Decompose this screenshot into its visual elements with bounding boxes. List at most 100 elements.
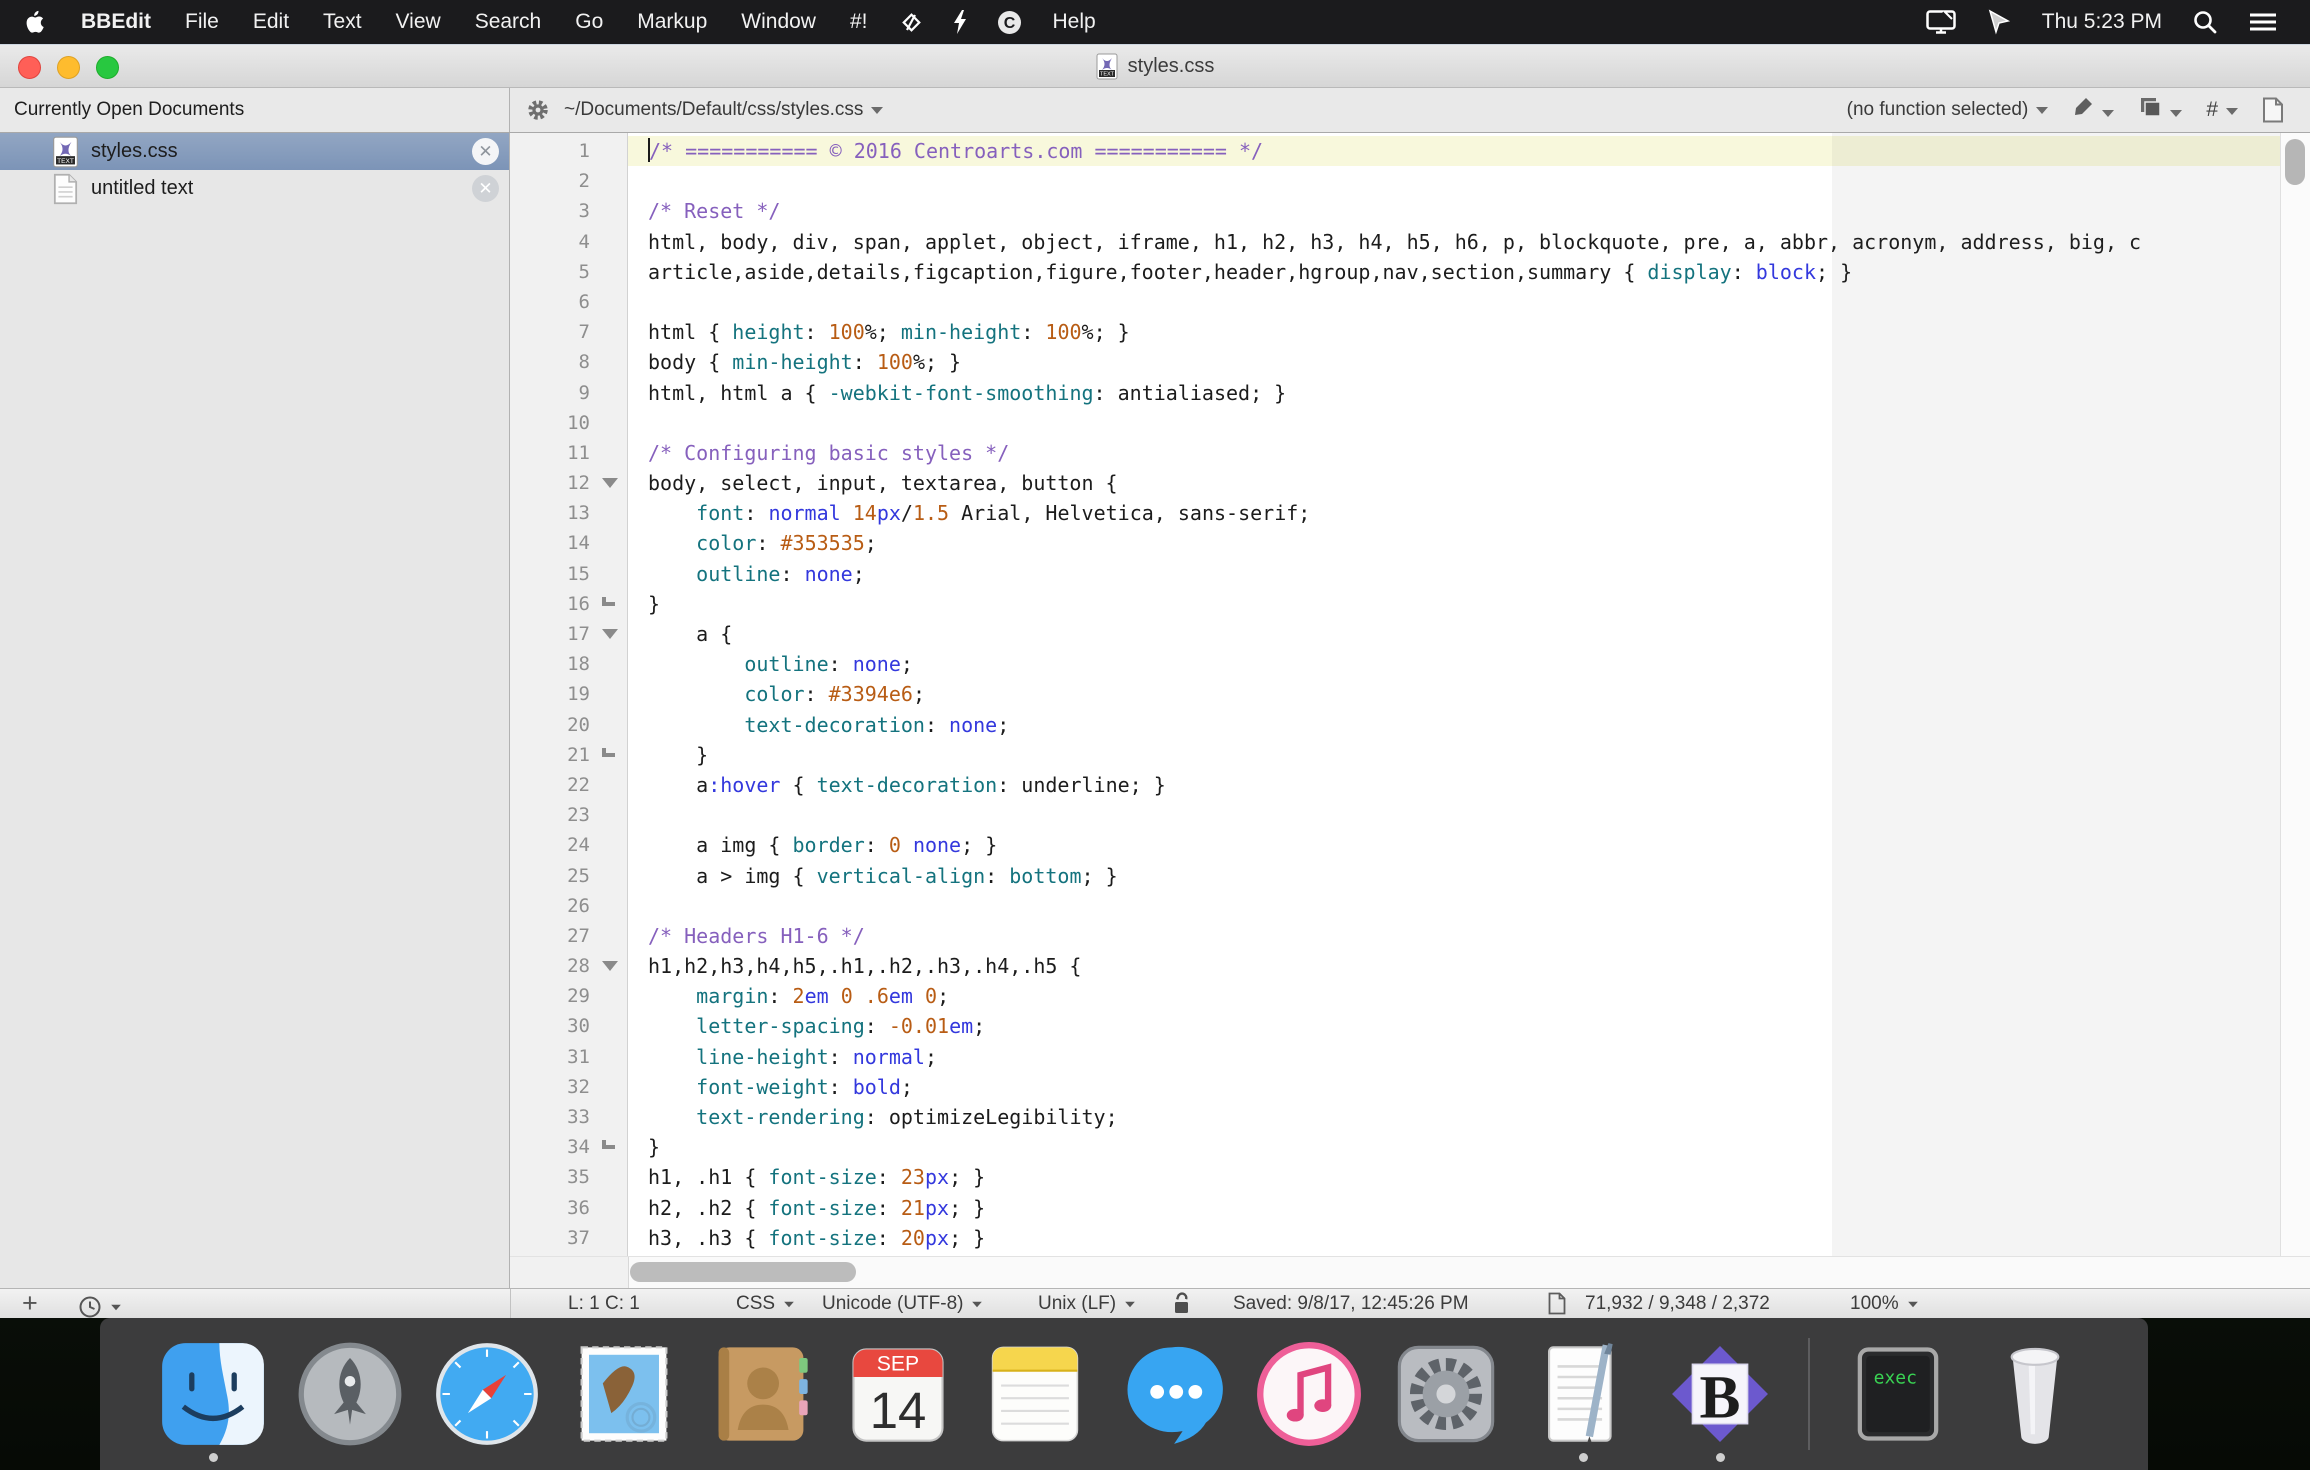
code-line-5[interactable]: 5article,aside,details,figcaption,figure…	[510, 257, 2280, 287]
c-circle-icon[interactable]: C	[983, 10, 1036, 35]
code-line-28[interactable]: 28h1,h2,h3,h4,h5,.h1,.h2,.h3,.h4,.h5 {	[510, 951, 2280, 981]
line-ending-popup[interactable]: Unix (LF)	[1038, 1289, 1136, 1318]
dock-bbedit-icon[interactable]: B	[1667, 1334, 1773, 1454]
code-line-14[interactable]: 14 color: #353535;	[510, 528, 2280, 558]
new-document-icon[interactable]	[2262, 97, 2284, 123]
menu-file[interactable]: File	[168, 10, 236, 34]
apple-menu[interactable]	[0, 10, 64, 34]
code-line-31[interactable]: 31 line-height: normal;	[510, 1042, 2280, 1072]
dock-system-preferences-icon[interactable]	[1393, 1334, 1499, 1454]
function-popup[interactable]: (no function selected)	[1847, 99, 2049, 121]
code-line-16[interactable]: 16}	[510, 589, 2280, 619]
dock-launchpad-icon[interactable]	[297, 1334, 403, 1454]
close-document-icon[interactable]: ✕	[472, 175, 499, 202]
dock-notes-icon[interactable]	[982, 1334, 1088, 1454]
code-line-33[interactable]: 33 text-rendering: optimizeLegibility;	[510, 1102, 2280, 1132]
code-line-12[interactable]: 12body, select, input, textarea, button …	[510, 468, 2280, 498]
file-path-dropdown[interactable]: ~/Documents/Default/css/styles.css	[564, 99, 883, 121]
code-line-2[interactable]: 2	[510, 166, 2280, 196]
code-line-34[interactable]: 34}	[510, 1132, 2280, 1162]
recent-documents-menu[interactable]	[78, 1292, 122, 1321]
dock-textedit-icon[interactable]	[1530, 1334, 1636, 1454]
code-line-35[interactable]: 35h1, .h1 { font-size: 23px; }	[510, 1162, 2280, 1192]
dock-trash-icon[interactable]	[1982, 1334, 2088, 1454]
zoom-window-button[interactable]	[96, 56, 119, 79]
fold-open-icon[interactable]	[602, 629, 618, 639]
code-line-1[interactable]: 1/* =========== © 2016 Centroarts.com ==…	[510, 136, 2280, 166]
fold-open-icon[interactable]	[602, 961, 618, 971]
dock-calendar-icon[interactable]: SEP14	[845, 1334, 951, 1454]
dock-mail-icon[interactable]	[571, 1334, 677, 1454]
vertical-scrollbar[interactable]	[2280, 133, 2310, 1256]
lightning-icon[interactable]	[937, 9, 983, 35]
code-line-10[interactable]: 10	[510, 408, 2280, 438]
zoom-popup[interactable]: 100%	[1850, 1289, 1919, 1318]
search-icon[interactable]	[2192, 9, 2218, 35]
code-line-29[interactable]: 29 margin: 2em 0 .6em 0;	[510, 981, 2280, 1011]
display-icon[interactable]	[1926, 10, 1956, 34]
dock-safari-icon[interactable]	[434, 1334, 540, 1454]
dock-contacts-icon[interactable]	[708, 1334, 814, 1454]
code-line-19[interactable]: 19 color: #3394e6;	[510, 679, 2280, 709]
lock-toggle[interactable]	[1172, 1292, 1192, 1321]
marker-menu[interactable]	[2072, 96, 2114, 124]
code-line-18[interactable]: 18 outline: none;	[510, 649, 2280, 679]
close-window-button[interactable]	[18, 56, 41, 79]
menu-bbedit[interactable]: BBEdit	[64, 10, 168, 34]
code-line-4[interactable]: 4html, body, div, span, applet, object, …	[510, 227, 2280, 257]
encoding-popup[interactable]: Unicode (UTF-8)	[822, 1289, 983, 1318]
minimize-window-button[interactable]	[57, 56, 80, 79]
fold-open-icon[interactable]	[602, 478, 618, 488]
code-line-25[interactable]: 25 a > img { vertical-align: bottom; }	[510, 861, 2280, 891]
code-line-7[interactable]: 7html { height: 100%; min-height: 100%; …	[510, 317, 2280, 347]
menu-search[interactable]: Search	[458, 10, 559, 34]
code-line-22[interactable]: 22 a:hover { text-decoration: underline;…	[510, 770, 2280, 800]
code-line-13[interactable]: 13 font: normal 14px/1.5 Arial, Helvetic…	[510, 498, 2280, 528]
dock-itunes-icon[interactable]	[1256, 1334, 1362, 1454]
gear-icon[interactable]	[526, 98, 550, 122]
code-line-6[interactable]: 6	[510, 287, 2280, 317]
menu-window[interactable]: Window	[724, 10, 833, 34]
code-line-8[interactable]: 8body { min-height: 100%; }	[510, 347, 2280, 377]
horizontal-scrollbar-thumb[interactable]	[630, 1262, 856, 1282]
code-line-21[interactable]: 21 }	[510, 740, 2280, 770]
menu-view[interactable]: View	[379, 10, 458, 34]
menu-go[interactable]: Go	[558, 10, 620, 34]
title-bar[interactable]: TEXT styles.css	[0, 44, 2310, 88]
code-line-15[interactable]: 15 outline: none;	[510, 559, 2280, 589]
code-line-20[interactable]: 20 text-decoration: none;	[510, 710, 2280, 740]
code-editor[interactable]: 1/* =========== © 2016 Centroarts.com ==…	[510, 133, 2310, 1256]
horizontal-scrollbar[interactable]	[510, 1256, 2310, 1288]
pointer-icon[interactable]	[1986, 9, 2012, 35]
code-line-11[interactable]: 11/* Configuring basic styles */	[510, 438, 2280, 468]
list-icon[interactable]	[2248, 10, 2278, 34]
dock-messages-icon[interactable]	[1119, 1334, 1225, 1454]
code-line-30[interactable]: 30 letter-spacing: -0.01em;	[510, 1011, 2280, 1041]
add-document-button[interactable]: +	[22, 1289, 38, 1318]
code-line-9[interactable]: 9html, html a { -webkit-font-smoothing: …	[510, 378, 2280, 408]
code-line-32[interactable]: 32 font-weight: bold;	[510, 1072, 2280, 1102]
menu-edit[interactable]: Edit	[236, 10, 306, 34]
vertical-scrollbar-thumb[interactable]	[2285, 139, 2305, 185]
menu-clock[interactable]: Thu 5:23 PM	[2042, 10, 2162, 34]
code-line-24[interactable]: 24 a img { border: 0 none; }	[510, 830, 2280, 860]
sidebar-item-untitled-text[interactable]: untitled text✕	[0, 170, 509, 207]
dock-finder-icon[interactable]	[160, 1334, 266, 1454]
language-popup[interactable]: CSS	[736, 1289, 795, 1318]
menu--[interactable]: #!	[833, 10, 885, 34]
sidebar-item-styles-css[interactable]: TEXTstyles.css✕	[0, 133, 509, 170]
menu-help[interactable]: Help	[1036, 10, 1113, 34]
code-line-17[interactable]: 17 a {	[510, 619, 2280, 649]
line-number-menu[interactable]: #	[2206, 98, 2238, 122]
dock-exec-script-icon[interactable]: exec	[1845, 1334, 1951, 1454]
code-line-37[interactable]: 37h3, .h3 { font-size: 20px; }	[510, 1223, 2280, 1253]
document-proxy-icon[interactable]: TEXT	[1096, 53, 1118, 80]
menu-text[interactable]: Text	[306, 10, 379, 34]
code-line-36[interactable]: 36h2, .h2 { font-size: 21px; }	[510, 1193, 2280, 1223]
code-line-23[interactable]: 23	[510, 800, 2280, 830]
menu-markup[interactable]: Markup	[620, 10, 724, 34]
code-line-3[interactable]: 3/* Reset */	[510, 196, 2280, 226]
code-line-26[interactable]: 26	[510, 891, 2280, 921]
code-lines[interactable]: 1/* =========== © 2016 Centroarts.com ==…	[510, 133, 2280, 1256]
close-document-icon[interactable]: ✕	[472, 138, 499, 165]
